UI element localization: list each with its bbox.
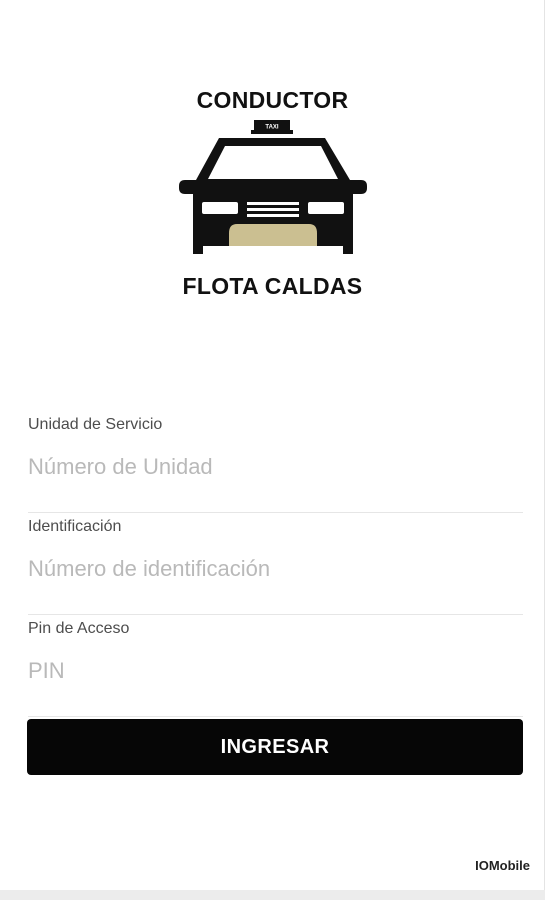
taxi-sign-text: TAXI xyxy=(265,125,279,131)
logo-title: CONDUCTOR xyxy=(196,87,349,113)
brand-footer: IOMobile xyxy=(475,858,530,873)
logo-subtitle: FLOTA CALDAS xyxy=(182,273,363,299)
unit-input[interactable] xyxy=(28,452,523,482)
unit-label: Unidad de Servicio xyxy=(28,416,163,433)
pin-input[interactable] xyxy=(28,656,523,686)
bottom-strip xyxy=(0,890,545,900)
login-form: Unidad de Servicio Identificación Pin de… xyxy=(28,412,523,717)
pin-label: Pin de Acceso xyxy=(28,620,130,637)
identification-field-group: Identificación xyxy=(28,514,523,615)
login-button[interactable]: INGRESAR xyxy=(27,719,523,775)
login-screen: CONDUCTOR TAXI FLOTA CALDAS Unidad de Se… xyxy=(0,0,545,890)
taxi-icon: TAXI xyxy=(178,120,367,254)
unit-field-group: Unidad de Servicio xyxy=(28,412,523,513)
app-logo: CONDUCTOR TAXI FLOTA CALDAS xyxy=(0,86,545,300)
pin-field-group: Pin de Acceso xyxy=(28,616,523,717)
identification-label: Identificación xyxy=(28,518,122,535)
identification-input[interactable] xyxy=(28,554,523,584)
